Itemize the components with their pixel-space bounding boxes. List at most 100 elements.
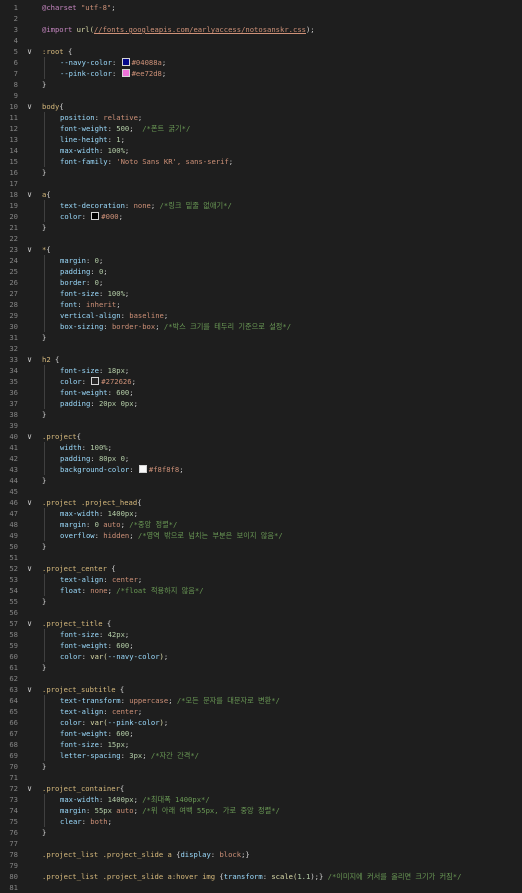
- fold-chevron-icon[interactable]: ∨: [25, 189, 34, 200]
- fold-chevron-icon[interactable]: ∨: [25, 783, 34, 794]
- code-line[interactable]: 36 font-weight: 600;: [0, 387, 522, 398]
- code-line[interactable]: 80 .project_list .project_slide a:hover i…: [0, 871, 522, 882]
- code-line[interactable]: 33 ∨ h2 {: [0, 354, 522, 365]
- fold-chevron-icon[interactable]: ∨: [25, 563, 34, 574]
- code-line[interactable]: 37 padding: 20px 0px;: [0, 398, 522, 409]
- code-line[interactable]: 67 font-weight: 600;: [0, 728, 522, 739]
- fold-chevron-icon[interactable]: ∨: [25, 244, 34, 255]
- code-line[interactable]: 14 max-width: 100%;: [0, 145, 522, 156]
- code-line[interactable]: 9: [0, 90, 522, 101]
- code-line[interactable]: 30 box-sizing: border-box; /*박스 크기를 테두리 기…: [0, 321, 522, 332]
- code-line[interactable]: 49 overflow: hidden; /*영역 밖으로 넘치는 부분은 보이지…: [0, 530, 522, 541]
- code-line[interactable]: 40 ∨ .project{: [0, 431, 522, 442]
- code-line[interactable]: 3 @import url(//fonts.googleapis.com/earl…: [0, 24, 522, 35]
- code-line[interactable]: 38}: [0, 409, 522, 420]
- code-line[interactable]: 47 max-width: 1400px;: [0, 508, 522, 519]
- code-line[interactable]: 78 .project_list .project_slide a {displa…: [0, 849, 522, 860]
- code-line[interactable]: 50}: [0, 541, 522, 552]
- code-line[interactable]: 61}: [0, 662, 522, 673]
- code-line[interactable]: 18 ∨ a{: [0, 189, 522, 200]
- code-line[interactable]: 31}: [0, 332, 522, 343]
- code-line[interactable]: 27 font-size: 100%;: [0, 288, 522, 299]
- color-swatch-icon[interactable]: [121, 58, 130, 66]
- code-line[interactable]: 64 text-transform: uppercase; /*모든 문자를 대문…: [0, 695, 522, 706]
- code-line[interactable]: 12 font-weight: 500; /*폰트 굵기*/: [0, 123, 522, 134]
- code-line[interactable]: 56: [0, 607, 522, 618]
- code-line[interactable]: 44}: [0, 475, 522, 486]
- code-line[interactable]: 73 max-width: 1400px; /*최대폭 1400px*/: [0, 794, 522, 805]
- code-line[interactable]: 62: [0, 673, 522, 684]
- code-line[interactable]: 69 letter-spacing: 3px; /*자간 간격*/: [0, 750, 522, 761]
- code-line[interactable]: 65 text-align: center;: [0, 706, 522, 717]
- code-line[interactable]: 32: [0, 343, 522, 354]
- code-line[interactable]: 72 ∨ .project_container{: [0, 783, 522, 794]
- code-line[interactable]: 59 font-weight: 600;: [0, 640, 522, 651]
- code-line[interactable]: 77: [0, 838, 522, 849]
- code-line[interactable]: 15 font-family: 'Noto Sans KR', sans-seri…: [0, 156, 522, 167]
- code-editor[interactable]: 1 @charset "utf-8"; 2 3 @import url(//fonts.…: [0, 0, 522, 893]
- code-line[interactable]: 71: [0, 772, 522, 783]
- fold-chevron-icon[interactable]: ∨: [25, 618, 34, 629]
- code-line[interactable]: 26 border: 0;: [0, 277, 522, 288]
- code-line[interactable]: 20 color: #000;: [0, 211, 522, 222]
- code-line[interactable]: 75 clear: both;: [0, 816, 522, 827]
- fold-chevron-icon[interactable]: ∨: [25, 101, 34, 112]
- code-line[interactable]: 35 color: #272626;: [0, 376, 522, 387]
- code-token: relative: [103, 113, 138, 122]
- code-line[interactable]: 70}: [0, 761, 522, 772]
- code-line[interactable]: 4: [0, 35, 522, 46]
- code-line[interactable]: 48 margin: 0 auto; /*중앙 정렬*/: [0, 519, 522, 530]
- code-line[interactable]: 29 vertical-align: baseline;: [0, 310, 522, 321]
- color-swatch-icon[interactable]: [91, 212, 100, 220]
- color-swatch-icon[interactable]: [138, 465, 147, 473]
- code-line[interactable]: 53 text-align: center;: [0, 574, 522, 585]
- code-line[interactable]: 5 ∨:root {: [0, 46, 522, 57]
- code-line[interactable]: 28 font: inherit;: [0, 299, 522, 310]
- code-line[interactable]: 68 font-size: 15px;: [0, 739, 522, 750]
- code-line[interactable]: 51: [0, 552, 522, 563]
- code-line[interactable]: 41 width: 100%;: [0, 442, 522, 453]
- code-line[interactable]: 19 text-decoration: none; /*링크 밑줄 없애기*/: [0, 200, 522, 211]
- code-line[interactable]: 22: [0, 233, 522, 244]
- code-line[interactable]: 23 ∨ *{: [0, 244, 522, 255]
- code-line[interactable]: 8}: [0, 79, 522, 90]
- code-line[interactable]: 10 ∨ body{: [0, 101, 522, 112]
- fold-chevron-icon[interactable]: ∨: [25, 497, 34, 508]
- code-line[interactable]: 24 margin: 0;: [0, 255, 522, 266]
- fold-chevron-icon[interactable]: ∨: [25, 46, 34, 57]
- code-line[interactable]: 57 ∨ .project_title {: [0, 618, 522, 629]
- code-line[interactable]: 42 padding: 80px 0;: [0, 453, 522, 464]
- color-swatch-icon[interactable]: [121, 69, 130, 77]
- code-line[interactable]: 54 float: none; /*float 적용하지 않음*/: [0, 585, 522, 596]
- code-line[interactable]: 79: [0, 860, 522, 871]
- code-line[interactable]: 58 font-size: 42px;: [0, 629, 522, 640]
- code-line[interactable]: 7 --pink-color: #ee72d8;: [0, 68, 522, 79]
- code-line[interactable]: 74 margin: 55px auto; /*위 아래 여백 55px, 가로 …: [0, 805, 522, 816]
- code-line[interactable]: 11 position: relative;: [0, 112, 522, 123]
- fold-chevron-icon[interactable]: ∨: [25, 684, 34, 695]
- code-line[interactable]: 66 color: var(--pink-color);: [0, 717, 522, 728]
- code-line[interactable]: 13 line-height: 1;: [0, 134, 522, 145]
- code-line[interactable]: 1 @charset "utf-8";: [0, 2, 522, 13]
- code-line[interactable]: 6 --navy-color: #04088a;: [0, 57, 522, 68]
- code-line[interactable]: 25 padding: 0;: [0, 266, 522, 277]
- code-line[interactable]: 76}: [0, 827, 522, 838]
- color-swatch-icon[interactable]: [91, 377, 100, 385]
- code-line[interactable]: 43 background-color: #f8f8f8;: [0, 464, 522, 475]
- code-line[interactable]: 45: [0, 486, 522, 497]
- code-line[interactable]: 39: [0, 420, 522, 431]
- code-line[interactable]: 34 font-size: 18px;: [0, 365, 522, 376]
- code-line[interactable]: 60 color: var(--navy-color);: [0, 651, 522, 662]
- code-line[interactable]: 46 ∨ .project .project_head{: [0, 497, 522, 508]
- code-line[interactable]: 52 ∨ .project_center {: [0, 563, 522, 574]
- code-line[interactable]: 17: [0, 178, 522, 189]
- code-line[interactable]: 55}: [0, 596, 522, 607]
- code-line[interactable]: 63 ∨ .project_subtitle {: [0, 684, 522, 695]
- code-line[interactable]: 2: [0, 13, 522, 24]
- code-text: max-width: 1400px; /*최대폭 1400px*/: [60, 794, 210, 805]
- fold-chevron-icon[interactable]: ∨: [25, 354, 34, 365]
- code-line[interactable]: 81: [0, 882, 522, 893]
- code-line[interactable]: 16}: [0, 167, 522, 178]
- code-line[interactable]: 21}: [0, 222, 522, 233]
- fold-chevron-icon[interactable]: ∨: [25, 431, 34, 442]
